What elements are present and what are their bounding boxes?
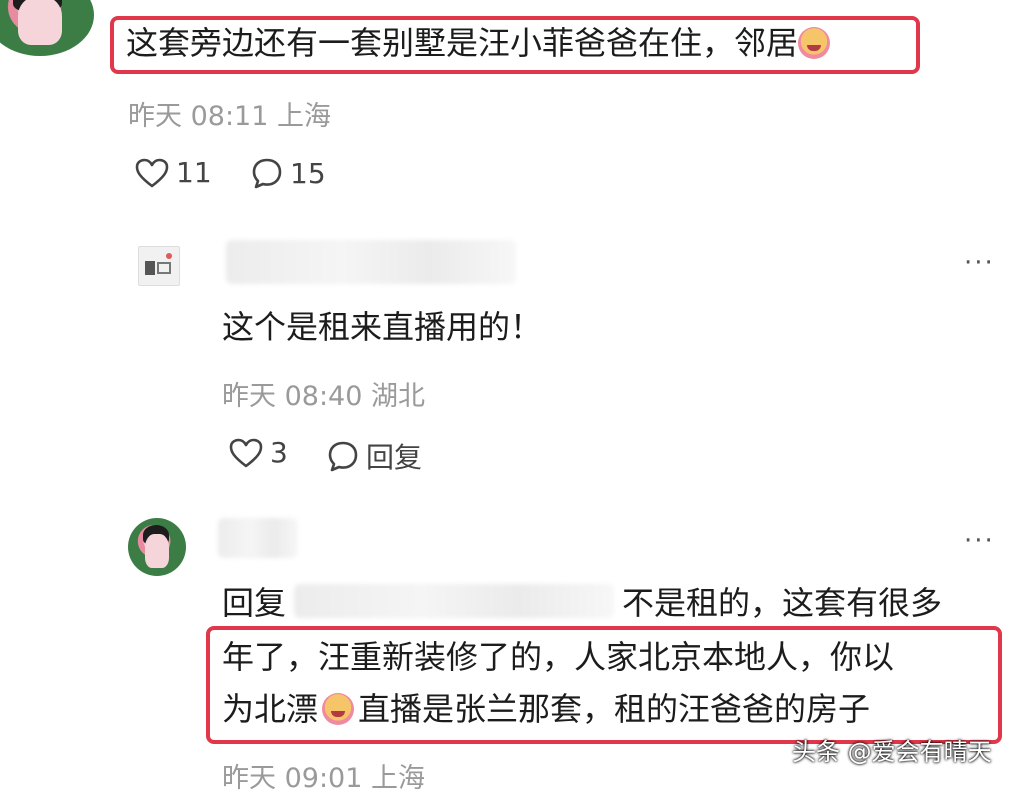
reply-text-line: 回复 不是租的，这套有很多 bbox=[222, 582, 942, 625]
heart-icon bbox=[229, 438, 263, 467]
reply-prefix: 回复 bbox=[222, 584, 287, 622]
more-options-button[interactable]: ··· bbox=[964, 526, 995, 556]
comment-bubble-icon bbox=[328, 441, 358, 472]
watermark: 头条 @爱会有晴天 bbox=[792, 738, 992, 766]
comment-bubble-icon bbox=[252, 158, 282, 189]
reply-meta: 昨天 08:40 湖北 bbox=[222, 381, 425, 412]
avatar[interactable] bbox=[128, 518, 186, 576]
username-blurred[interactable] bbox=[218, 518, 298, 558]
reply-body: 不是租的，这套有很多 bbox=[622, 584, 943, 622]
more-options-button[interactable]: ··· bbox=[964, 248, 995, 278]
reply-button[interactable]: 15 bbox=[250, 156, 326, 190]
comment-meta: 昨天 08:11 上海 bbox=[128, 101, 331, 132]
reply-text: 这个是租来直播用的！ bbox=[222, 308, 543, 346]
like-button[interactable]: 3 bbox=[228, 436, 288, 469]
like-count: 11 bbox=[176, 156, 212, 189]
reply-count: 15 bbox=[290, 156, 326, 190]
mentioned-user-blurred[interactable] bbox=[294, 584, 615, 618]
reply-button[interactable]: 回复 bbox=[326, 436, 422, 476]
reply-meta: 昨天 09:01 上海 bbox=[222, 763, 425, 794]
heart-icon bbox=[135, 158, 169, 187]
avatar[interactable] bbox=[138, 246, 180, 286]
highlight-box bbox=[110, 16, 920, 74]
like-button[interactable]: 11 bbox=[134, 156, 212, 189]
like-count: 3 bbox=[270, 436, 288, 469]
highlight-box bbox=[206, 626, 1002, 744]
username-blurred[interactable] bbox=[226, 240, 516, 284]
reply-label: 回复 bbox=[366, 441, 423, 474]
avatar[interactable] bbox=[0, 0, 94, 56]
avatar-image-icon bbox=[145, 253, 172, 275]
